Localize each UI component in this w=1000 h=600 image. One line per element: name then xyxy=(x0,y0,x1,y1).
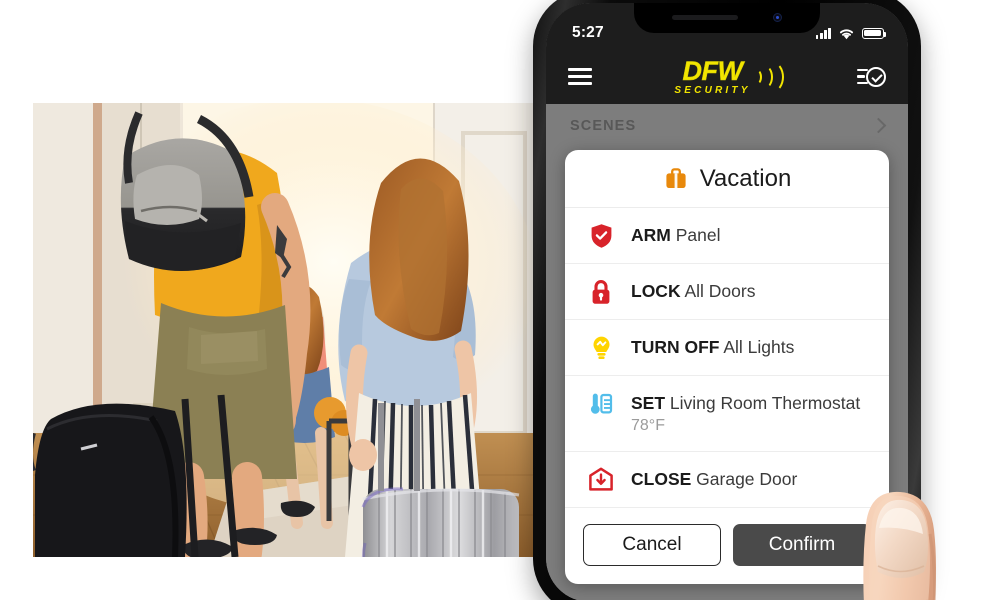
scene-action-text: SET Living Room Thermostat 78°F xyxy=(631,390,860,437)
scene-action-target: Living Room Thermostat xyxy=(669,393,861,413)
logo-primary-text: DFW xyxy=(682,55,743,86)
dialog-title-bar: Vacation xyxy=(565,150,889,208)
scene-action-row[interactable]: ARM Panel xyxy=(565,208,889,264)
dialog-actions: Cancel Confirm xyxy=(565,508,889,584)
scene-action-verb: CLOSE xyxy=(631,468,692,489)
scene-action-verb: TURN OFF xyxy=(631,337,720,357)
scene-action-target: Garage Door xyxy=(696,468,798,489)
phone-screen-bezel: 5:27 DFW SECURITY SCENES Vacation ARM Pa… xyxy=(546,3,908,600)
status-icons xyxy=(815,27,887,40)
dfw-security-logo: DFW SECURITY xyxy=(674,55,784,96)
scene-action-value: 78°F xyxy=(631,417,665,435)
phone-notch xyxy=(634,3,820,33)
app-bar: DFW SECURITY xyxy=(546,49,908,104)
logo-wordmark: DFW SECURITY xyxy=(674,55,751,96)
scene-action-text: CLOSE Garage Door xyxy=(631,466,797,490)
scene-action-row[interactable]: LOCK All Doors xyxy=(565,264,889,320)
lightbulb-icon xyxy=(587,334,615,361)
scene-action-verb: ARM xyxy=(631,225,671,245)
thermostat-icon xyxy=(587,390,615,417)
scenes-label: SCENES xyxy=(570,117,637,134)
garage-door-icon xyxy=(587,466,615,491)
scene-action-target: All Lights xyxy=(723,337,795,357)
padlock-locked-icon xyxy=(587,278,615,305)
scene-action-target: Panel xyxy=(675,225,721,245)
scenes-section-header[interactable]: SCENES xyxy=(546,104,908,147)
scene-action-target: All Doors xyxy=(684,281,756,301)
cellular-bars-icon xyxy=(815,27,831,39)
front-camera-icon xyxy=(773,13,782,22)
screenshot-stage: 5:27 DFW SECURITY SCENES Vacation ARM Pa… xyxy=(0,0,1000,600)
dialog-title-text: Vacation xyxy=(699,164,792,192)
cancel-button[interactable]: Cancel xyxy=(583,523,721,566)
checklist-check-icon[interactable] xyxy=(856,66,886,87)
wifi-icon xyxy=(839,28,854,39)
logo-secondary-text: SECURITY xyxy=(674,84,751,96)
confirm-button[interactable]: Confirm xyxy=(733,523,871,566)
scene-confirm-dialog: Vacation ARM Panel LOCK All Doors TURN O… xyxy=(565,150,889,584)
scene-action-text: ARM Panel xyxy=(631,222,721,246)
phone-screen: 5:27 DFW SECURITY SCENES Vacation ARM Pa… xyxy=(546,3,908,600)
phone-mockup: 5:27 DFW SECURITY SCENES Vacation ARM Pa… xyxy=(533,0,921,600)
vacation-photo xyxy=(33,103,541,557)
chevron-right-icon xyxy=(870,117,887,134)
scene-action-row[interactable]: CLOSE Garage Door xyxy=(565,452,889,508)
earpiece-speaker-icon xyxy=(672,15,738,20)
vacation-photo-illustration xyxy=(33,103,541,557)
battery-full-icon xyxy=(862,27,887,39)
status-time: 5:27 xyxy=(572,24,604,41)
app-content: SCENES Vacation ARM Panel LOCK All Doors… xyxy=(546,104,908,600)
hamburger-menu-icon[interactable] xyxy=(568,68,592,85)
suitcase-icon xyxy=(666,167,686,188)
signal-arcs-icon xyxy=(753,61,784,93)
scene-action-verb: LOCK xyxy=(631,281,681,301)
scene-action-row[interactable]: TURN OFF All Lights xyxy=(565,320,889,376)
scene-action-text: TURN OFF All Lights xyxy=(631,334,794,358)
shield-check-icon xyxy=(587,222,615,249)
scene-action-row[interactable]: SET Living Room Thermostat 78°F xyxy=(565,376,889,452)
scene-action-text: LOCK All Doors xyxy=(631,278,755,302)
scene-action-verb: SET xyxy=(631,393,666,413)
